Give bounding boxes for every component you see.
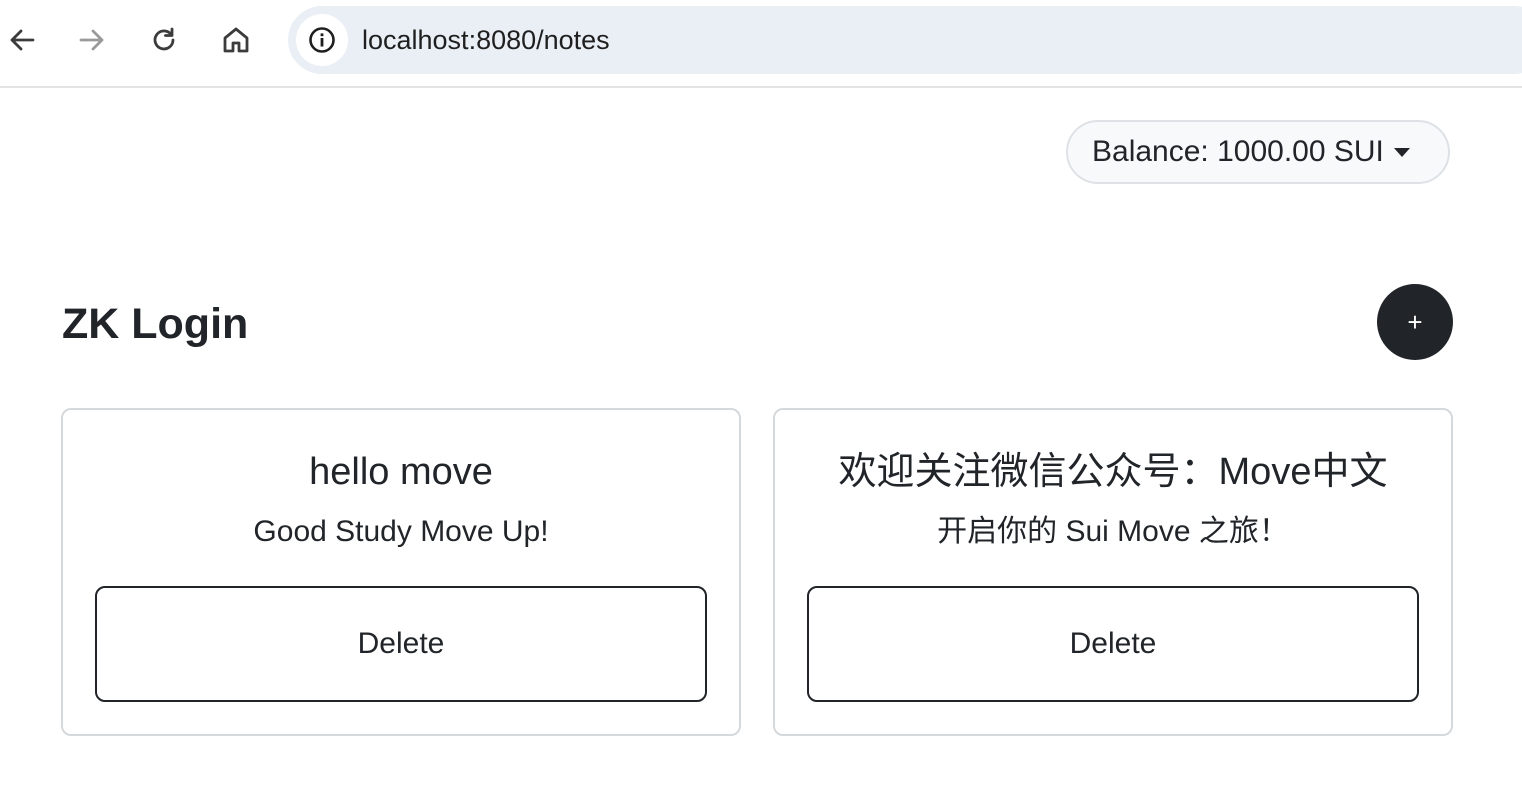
note-card: hello move Good Study Move Up! Delete bbox=[61, 408, 741, 736]
site-info-button[interactable] bbox=[296, 14, 348, 66]
reload-button[interactable] bbox=[144, 20, 184, 60]
forward-button[interactable] bbox=[72, 20, 112, 60]
url-text[interactable]: localhost:8080/notes bbox=[362, 24, 610, 56]
delete-note-button[interactable]: Delete bbox=[807, 586, 1419, 702]
browser-toolbar: localhost:8080/notes bbox=[0, 0, 1522, 88]
home-icon bbox=[223, 27, 249, 53]
balance-dropdown-button[interactable]: Balance: 1000.00 SUI bbox=[1066, 120, 1450, 184]
address-bar[interactable]: localhost:8080/notes bbox=[288, 6, 1522, 74]
note-card: 欢迎关注微信公众号：Move中文 开启你的 Sui Move 之旅！ Delet… bbox=[773, 408, 1453, 736]
note-title: hello move bbox=[309, 451, 493, 493]
caret-down-icon bbox=[1393, 147, 1410, 157]
plus-icon: + bbox=[1407, 307, 1423, 337]
page-title: ZK Login bbox=[62, 300, 249, 348]
reload-icon bbox=[153, 27, 175, 51]
add-note-button[interactable]: + bbox=[1377, 284, 1453, 360]
arrow-left-icon bbox=[10, 29, 35, 51]
back-button[interactable] bbox=[2, 20, 42, 60]
arrow-right-icon bbox=[79, 29, 104, 51]
info-icon bbox=[309, 27, 335, 53]
note-title: 欢迎关注微信公众号：Move中文 bbox=[838, 451, 1388, 493]
delete-note-button[interactable]: Delete bbox=[95, 586, 707, 702]
note-content: 开启你的 Sui Move 之旅！ bbox=[937, 515, 1289, 548]
note-content: Good Study Move Up! bbox=[253, 515, 549, 548]
balance-label: Balance: 1000.00 SUI bbox=[1092, 135, 1384, 168]
home-button[interactable] bbox=[216, 20, 256, 60]
